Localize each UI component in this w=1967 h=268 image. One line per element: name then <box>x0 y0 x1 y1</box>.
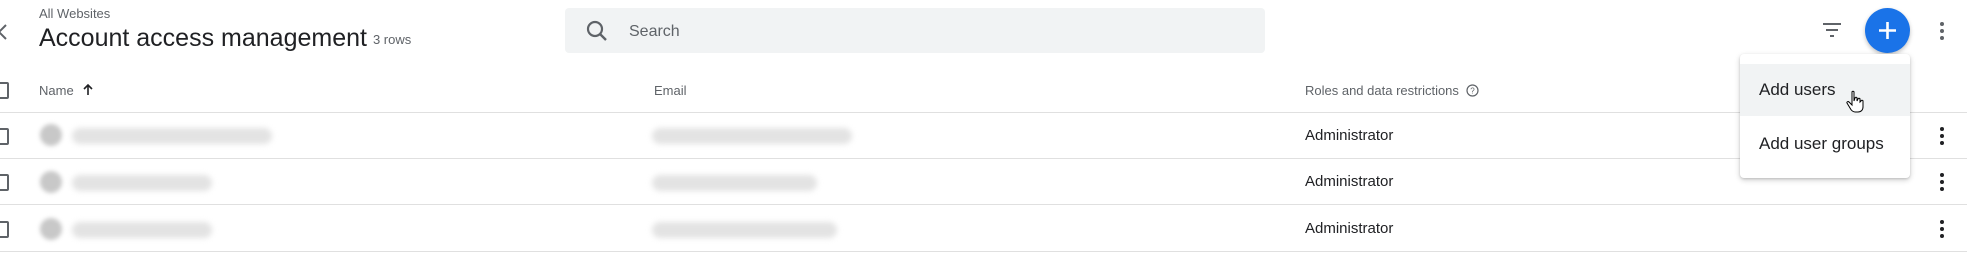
user-role: Administrator <box>1305 173 1394 190</box>
header-divider <box>0 112 1967 113</box>
svg-text:?: ? <box>1470 87 1475 96</box>
user-role: Administrator <box>1305 220 1394 237</box>
add-button[interactable] <box>1865 8 1910 53</box>
column-header-name[interactable]: Name <box>39 83 95 98</box>
breadcrumb[interactable]: All Websites <box>39 6 110 21</box>
more-vert-icon <box>1940 220 1944 238</box>
select-all-checkbox[interactable] <box>0 82 9 99</box>
more-vert-icon <box>1940 22 1944 40</box>
menu-item-add-users[interactable]: Add users <box>1740 64 1910 116</box>
filter-button[interactable] <box>1820 18 1844 47</box>
arrow-up-icon <box>83 83 93 95</box>
row-checkbox[interactable] <box>0 128 9 145</box>
more-options-button[interactable] <box>1938 20 1946 47</box>
menu-item-add-user-groups[interactable]: Add user groups <box>1740 118 1910 170</box>
avatar <box>40 218 62 240</box>
account-access-page: All Websites Account access management 3 … <box>0 0 1967 268</box>
help-icon[interactable]: ? <box>1465 84 1479 97</box>
row-checkbox[interactable] <box>0 174 9 191</box>
user-email-redacted <box>652 175 817 191</box>
row-divider <box>0 251 1967 252</box>
user-name-redacted[interactable] <box>72 222 212 238</box>
row-more-button[interactable] <box>1938 218 1946 245</box>
column-name-label: Name <box>39 83 74 98</box>
column-roles-label: Roles and data restrictions <box>1305 83 1459 98</box>
search-input[interactable] <box>627 8 1231 55</box>
hand-cursor-icon <box>1846 90 1864 113</box>
row-divider <box>0 204 1967 205</box>
user-email-redacted <box>652 222 837 238</box>
user-role: Administrator <box>1305 127 1394 144</box>
page-title: Account access management 3 rows <box>39 24 411 53</box>
column-header-roles[interactable]: Roles and data restrictions ? <box>1305 83 1479 98</box>
user-name-redacted[interactable] <box>72 128 272 144</box>
search-icon <box>586 20 607 41</box>
row-divider <box>0 158 1967 159</box>
filter-icon <box>1823 23 1841 37</box>
user-name-redacted[interactable] <box>72 175 212 191</box>
search-bar[interactable] <box>565 8 1265 55</box>
column-header-email[interactable]: Email <box>654 83 687 98</box>
avatar <box>40 171 62 193</box>
row-more-button[interactable] <box>1938 125 1946 152</box>
row-count: 3 rows <box>372 31 412 47</box>
row-more-button[interactable] <box>1938 171 1946 198</box>
row-checkbox[interactable] <box>0 221 9 238</box>
more-vert-icon <box>1940 173 1944 191</box>
user-email-redacted <box>652 128 852 144</box>
plus-icon <box>1879 22 1896 39</box>
avatar <box>40 124 62 146</box>
back-button[interactable] <box>0 20 14 44</box>
chevron-left-icon <box>0 24 7 40</box>
add-menu: Add users Add user groups <box>1740 54 1910 178</box>
more-vert-icon <box>1940 127 1944 145</box>
page-title-text: Account access management <box>39 24 367 52</box>
